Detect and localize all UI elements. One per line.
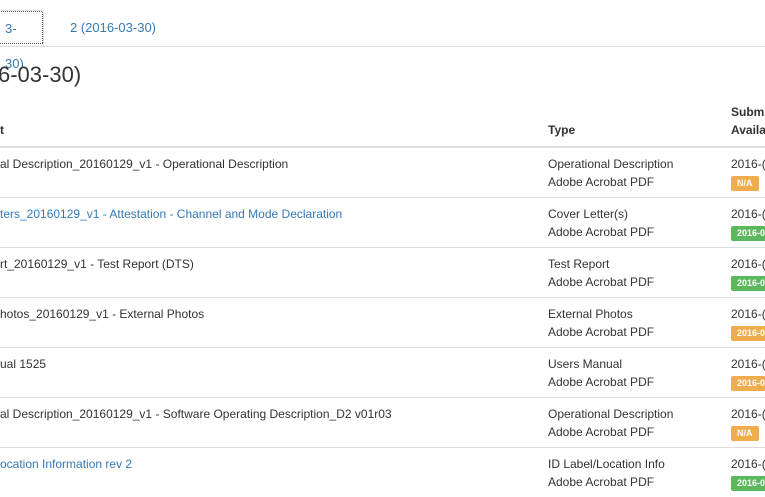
submitted-date: 2016-( (731, 407, 765, 421)
document-name: ual 1525 (0, 357, 47, 371)
document-type: Users Manual (548, 357, 623, 371)
column-header-available: Availa (731, 123, 765, 137)
document-name: al Description_20160129_v1 - Software Op… (0, 407, 392, 421)
exhibit-tabs: 3-30) 2 (2016-03-30) (0, 0, 765, 71)
table-row: al Description_20160129_v1 - Software Op… (0, 397, 765, 447)
document-name: rt_20160129_v1 - Test Report (DTS) (0, 257, 194, 271)
document-format: Adobe Acrobat PDF (548, 175, 655, 189)
document-name: hotos_20160129_v1 - External Photos (0, 307, 205, 321)
document-type: Test Report (548, 257, 610, 271)
column-header-type: Type (548, 123, 576, 137)
tab-2[interactable]: 2 (2016-03-30) (58, 10, 168, 45)
document-format: Adobe Acrobat PDF (548, 475, 655, 489)
table-row: ters_20160129_v1 - Attestation - Channel… (0, 197, 765, 247)
document-format: Adobe Acrobat PDF (548, 275, 655, 289)
availability-badge: 2016-0 (731, 326, 765, 341)
table-row: rt_20160129_v1 - Test Report (DTS) Test … (0, 247, 765, 297)
availability-badge: 2016-0 (731, 276, 765, 291)
table-row: ual 1525 Users Manual Adobe Acrobat PDF … (0, 347, 765, 397)
document-format: Adobe Acrobat PDF (548, 375, 655, 389)
document-type: ID Label/Location Info (548, 457, 665, 471)
document-type: External Photos (548, 307, 633, 321)
availability-badge: N/A (731, 426, 759, 441)
page-title: 6-03-30) (0, 62, 82, 87)
document-link[interactable]: ocation Information rev 2 (0, 457, 132, 471)
table-row: hotos_20160129_v1 - External Photos Exte… (0, 297, 765, 347)
document-format: Adobe Acrobat PDF (548, 325, 655, 339)
submitted-date: 2016-( (731, 207, 765, 221)
document-name: al Description_20160129_v1 - Operational… (0, 157, 289, 171)
document-format: Adobe Acrobat PDF (548, 425, 655, 439)
document-type: Operational Description (548, 407, 674, 421)
document-type: Cover Letter(s) (548, 207, 629, 221)
column-header-document: t (0, 123, 4, 137)
document-format: Adobe Acrobat PDF (548, 225, 655, 239)
tab-1[interactable]: 3-30) (0, 10, 44, 71)
document-link[interactable]: ters_20160129_v1 - Attestation - Channel… (0, 207, 342, 221)
submitted-date: 2016-( (731, 357, 765, 371)
availability-badge: 2016-0 (731, 476, 765, 491)
column-header-submitted: Subm (731, 105, 765, 119)
table-row: al Description_20160129_v1 - Operational… (0, 147, 765, 197)
submitted-date: 2016-( (731, 157, 765, 171)
table-row: ocation Information rev 2 ID Label/Locat… (0, 447, 765, 497)
availability-badge: 2016-0 (731, 226, 765, 241)
document-type: Operational Description (548, 157, 674, 171)
availability-badge: N/A (731, 176, 759, 191)
availability-badge: 2016-0 (731, 376, 765, 391)
submitted-date: 2016-( (731, 457, 765, 471)
submitted-date: 2016-( (731, 307, 765, 321)
submitted-date: 2016-( (731, 257, 765, 271)
